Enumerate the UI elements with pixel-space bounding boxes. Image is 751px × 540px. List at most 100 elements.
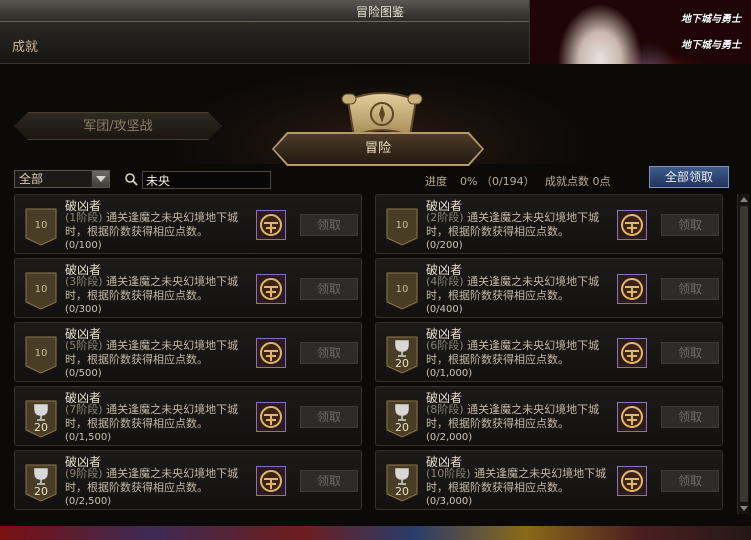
reward-emblem-icon[interactable] (617, 338, 647, 368)
achievement-desc: (4阶段) 通关逢魔之未央幻境地下城时，根据阶数获得相应点数。 (426, 275, 616, 303)
achievement-stage: (8阶段) (426, 403, 464, 416)
category-select[interactable]: 全部 (14, 170, 110, 188)
claim-button[interactable]: 领取 (300, 278, 358, 300)
reward-emblem-icon[interactable] (256, 466, 286, 496)
achievement-stage: (2阶段) (426, 211, 464, 224)
achievement-stage: (1阶段) (65, 211, 103, 224)
claim-button[interactable]: 领取 (661, 406, 719, 428)
achievement-progress: (0/2,000) (426, 432, 473, 443)
achievement-desc: (7阶段) 通关逢魔之未央幻境地下城时，根据阶数获得相应点数。 (65, 403, 255, 431)
claim-button[interactable]: 领取 (661, 470, 719, 492)
badge-points: 20 (395, 421, 409, 434)
achievement-desc: (1阶段) 通关逢魔之未央幻境地下城时，根据阶数获得相应点数。 (65, 211, 255, 239)
chevron-down-icon[interactable] (91, 171, 109, 187)
badge-points: 10 (395, 220, 409, 231)
claim-button[interactable]: 领取 (300, 342, 358, 364)
achievement-progress: (0/2,500) (65, 496, 112, 507)
trophy-icon: 20 (25, 400, 57, 438)
reward-emblem-icon[interactable] (617, 210, 647, 240)
achievement-progress: (0/200) (426, 240, 463, 251)
badge-points: 10 (34, 220, 48, 231)
reward-emblem-icon[interactable] (256, 402, 286, 432)
achievement-desc: (2阶段) 通关逢魔之未央幻境地下城时，根据阶数获得相应点数。 (426, 211, 616, 239)
reward-emblem-icon[interactable] (617, 466, 647, 496)
reward-emblem-icon[interactable] (256, 338, 286, 368)
achievement-stage: (7阶段) (65, 403, 103, 416)
trophy-icon: 20 (386, 464, 418, 502)
rank-shield-icon: 10 (386, 208, 418, 246)
trophy-icon: 20 (386, 336, 418, 374)
rank-shield-icon: 10 (386, 272, 418, 310)
hud-divider (0, 522, 751, 526)
claim-button[interactable]: 领取 (661, 214, 719, 236)
achievement-card: 10 破凶者 (5阶段) 通关逢魔之未央幻境地下城时，根据阶数获得相应点数。 (… (14, 322, 362, 382)
achievement-stage: (5阶段) (65, 339, 103, 352)
achievement-card: 20 破凶者 (8阶段) 通关逢魔之未央幻境地下城时，根据阶数获得相应点数。 (… (375, 386, 723, 446)
achievement-progress: (0/1,500) (65, 432, 112, 443)
achievement-stage: (9阶段) (65, 467, 103, 480)
trophy-icon: 20 (386, 400, 418, 438)
achievement-progress: (0/100) (65, 240, 102, 251)
list-scrollbar[interactable] (737, 194, 749, 514)
claim-button[interactable]: 领取 (661, 342, 719, 364)
scroll-down-icon[interactable] (738, 504, 750, 514)
achievement-card: 10 破凶者 (1阶段) 通关逢魔之未央幻境地下城时，根据阶数获得相应点数。 (… (14, 194, 362, 254)
achievement-desc: (5阶段) 通关逢魔之未央幻境地下城时，根据阶数获得相应点数。 (65, 339, 255, 367)
achievement-desc: (3阶段) 通关逢魔之未央幻境地下城时，根据阶数获得相应点数。 (65, 275, 255, 303)
badge-points: 10 (34, 348, 48, 359)
achievement-progress: (0/500) (65, 368, 102, 379)
badge-points: 20 (34, 485, 48, 498)
achievement-card: 20 破凶者 (6阶段) 通关逢魔之未央幻境地下城时，根据阶数获得相应点数。 (… (375, 322, 723, 382)
tab-legion-raid[interactable]: 军团/攻坚战 (14, 112, 222, 140)
achievement-progress: (0/3,000) (426, 496, 473, 507)
achievement-card: 20 破凶者 (10阶段) 通关逢魔之未央幻境地下城时，根据阶数获得相应点数。 … (375, 450, 723, 510)
achievement-progress: (0/1,000) (426, 368, 473, 379)
achievement-desc: (6阶段) 通关逢魔之未央幻境地下城时，根据阶数获得相应点数。 (426, 339, 616, 367)
achievement-progress: (0/400) (426, 304, 463, 315)
badge-points: 10 (395, 284, 409, 295)
claim-button[interactable]: 领取 (661, 278, 719, 300)
achievement-stage: (10阶段) (426, 467, 471, 480)
achievement-stage: (3阶段) (65, 275, 103, 288)
claim-button[interactable]: 领取 (300, 406, 358, 428)
achievement-list: 10 破凶者 (1阶段) 通关逢魔之未央幻境地下城时，根据阶数获得相应点数。 (… (14, 194, 736, 514)
achievement-card: 10 破凶者 (2阶段) 通关逢魔之未央幻境地下城时，根据阶数获得相应点数。 (… (375, 194, 723, 254)
achievement-desc: (9阶段) 通关逢魔之未央幻境地下城时，根据阶数获得相应点数。 (65, 467, 255, 495)
badge-points: 10 (34, 284, 48, 295)
achievement-stage: (6阶段) (426, 339, 464, 352)
achievement-desc: (10阶段) 通关逢魔之未央幻境地下城时，根据阶数获得相应点数。 (426, 467, 616, 495)
progress-label: 进度 (425, 175, 447, 188)
reward-emblem-icon[interactable] (256, 210, 286, 240)
reward-emblem-icon[interactable] (256, 274, 286, 304)
rank-shield-icon: 10 (25, 208, 57, 246)
banner-logo: 地下城与勇士 (681, 40, 741, 51)
trophy-icon: 20 (25, 464, 57, 502)
badge-points: 20 (34, 421, 48, 434)
achievement-points: 成就点数 0点 (545, 175, 611, 188)
rank-shield-icon: 10 (25, 272, 57, 310)
badge-points: 20 (395, 357, 409, 370)
achievement-card: 10 破凶者 (3阶段) 通关逢魔之未央幻境地下城时，根据阶数获得相应点数。 (… (14, 258, 362, 318)
achievement-card: 20 破凶者 (7阶段) 通关逢魔之未央幻境地下城时，根据阶数获得相应点数。 (… (14, 386, 362, 446)
claim-button[interactable]: 领取 (300, 470, 358, 492)
claim-button[interactable]: 领取 (300, 214, 358, 236)
category-select-value: 全部 (19, 172, 44, 186)
search-input[interactable] (142, 171, 271, 189)
progress-value: 0% （0/194） (460, 175, 535, 188)
achievement-card: 20 破凶者 (9阶段) 通关逢魔之未央幻境地下城时，根据阶数获得相应点数。 (… (14, 450, 362, 510)
scrollbar-thumb[interactable] (740, 206, 748, 502)
claim-all-button[interactable]: 全部领取 (649, 166, 729, 188)
search-icon (125, 173, 138, 186)
scroll-up-icon[interactable] (738, 194, 750, 204)
badge-points: 20 (395, 485, 409, 498)
reward-emblem-icon[interactable] (617, 274, 647, 304)
achievement-desc: (8阶段) 通关逢魔之未央幻境地下城时，根据阶数获得相应点数。 (426, 403, 616, 431)
section-title: 成就 (12, 40, 39, 55)
rank-shield-icon: 10 (25, 336, 57, 374)
section-header: 成就 (0, 22, 529, 64)
achievement-progress: (0/300) (65, 304, 102, 315)
achievement-stage: (4阶段) (426, 275, 464, 288)
achievement-card: 10 破凶者 (4阶段) 通关逢魔之未央幻境地下城时，根据阶数获得相应点数。 (… (375, 258, 723, 318)
tab-adventure[interactable]: 冒险 (274, 134, 482, 164)
reward-emblem-icon[interactable] (617, 402, 647, 432)
